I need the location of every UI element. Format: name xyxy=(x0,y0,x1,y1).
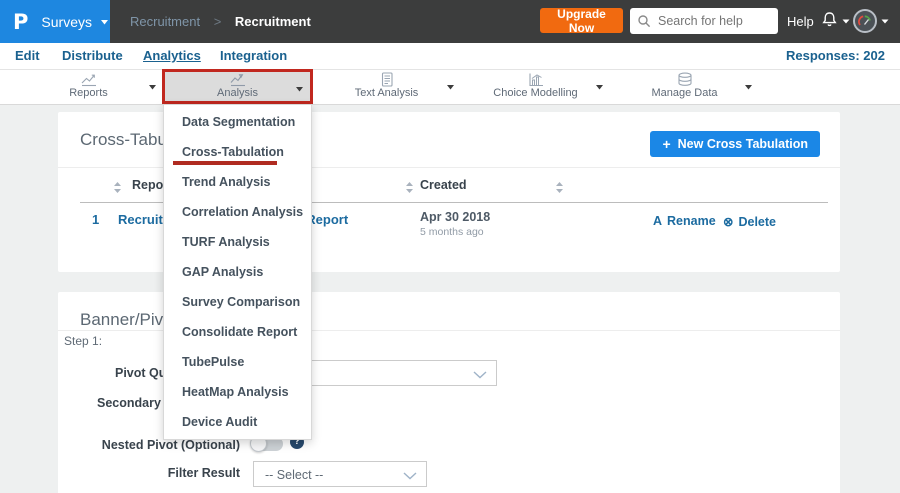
menu-item-trend-analysis[interactable]: Trend Analysis xyxy=(164,167,311,197)
menu-item-consolidate-report[interactable]: Consolidate Report xyxy=(164,317,311,347)
responses-count: Responses: 202 xyxy=(786,48,885,63)
row-index: 1 xyxy=(92,212,100,227)
toolbar-manage-data[interactable]: Manage Data xyxy=(610,70,759,103)
toolbar-label: Choice Modelling xyxy=(493,87,578,99)
toolbar-label: Manage Data xyxy=(651,87,718,99)
filter-result-value: -- Select -- xyxy=(265,468,324,482)
database-icon xyxy=(677,72,692,86)
menu-item-data-segmentation[interactable]: Data Segmentation xyxy=(164,107,311,137)
rename-label: Rename xyxy=(667,214,716,228)
breadcrumb-separator: > xyxy=(213,14,222,29)
new-button-label: New Cross Tabulation xyxy=(677,137,808,151)
filter-result-label: Filter Result xyxy=(167,466,240,480)
breadcrumb: Recruitment > Recruitment xyxy=(130,14,311,29)
toolbar-label: Reports xyxy=(69,87,108,99)
upgrade-now-button[interactable]: Upgrade Now xyxy=(540,7,623,35)
chevron-down-icon xyxy=(596,85,603,90)
product-name: Surveys xyxy=(41,13,92,30)
menu-item-device-audit[interactable]: Device Audit xyxy=(164,407,311,437)
analysis-chart-icon xyxy=(230,74,245,87)
menu-item-survey-comparison[interactable]: Survey Comparison xyxy=(164,287,311,317)
analysis-dropdown-menu: Data Segmentation Cross-Tabulation Trend… xyxy=(163,104,312,440)
sort-icon[interactable] xyxy=(113,181,122,194)
chevron-down-icon xyxy=(100,19,108,24)
help-link[interactable]: Help xyxy=(787,14,814,29)
tab-edit[interactable]: Edit xyxy=(15,48,40,63)
chevron-down-icon xyxy=(296,87,303,92)
rename-a-icon: A xyxy=(653,214,663,228)
analytics-toolbar: Reports Analysis Text Analysis Choice Mo… xyxy=(0,69,900,105)
plus-icon: + xyxy=(662,136,671,152)
rename-button[interactable]: A Rename xyxy=(653,214,716,228)
chevron-down-icon xyxy=(149,85,156,90)
toolbar-reports[interactable]: Reports xyxy=(14,70,163,103)
chevron-down-icon xyxy=(447,85,454,90)
menu-item-heatmap-analysis[interactable]: HeatMap Analysis xyxy=(164,377,311,407)
delete-button[interactable]: ⊗ Delete xyxy=(723,214,776,229)
tab-analytics[interactable]: Analytics xyxy=(143,48,201,63)
search-icon xyxy=(638,15,651,28)
created-date: Apr 30 2018 xyxy=(420,210,491,224)
nested-pivot-label: Nested Pivot (Optional) xyxy=(101,438,240,452)
line-chart-icon xyxy=(81,74,96,87)
chevron-down-icon xyxy=(842,19,850,24)
notifications-bell-icon[interactable] xyxy=(820,10,839,31)
search-input[interactable] xyxy=(656,9,776,33)
top-header: P Surveys Recruitment > Recruitment Upgr… xyxy=(0,0,900,43)
delete-circle-x-icon: ⊗ xyxy=(723,215,734,229)
app-window: P Surveys Recruitment > Recruitment Upgr… xyxy=(0,0,900,493)
gauge-icon xyxy=(858,15,871,26)
new-cross-tabulation-button[interactable]: + New Cross Tabulation xyxy=(650,131,820,157)
account-avatar[interactable] xyxy=(853,9,877,33)
chevron-down-icon xyxy=(745,85,752,90)
created-ago: 5 months ago xyxy=(420,226,484,238)
menu-item-tubepulse[interactable]: TubePulse xyxy=(164,347,311,377)
menu-item-turf-analysis[interactable]: TURF Analysis xyxy=(164,227,311,257)
menu-item-correlation-analysis[interactable]: Correlation Analysis xyxy=(164,197,311,227)
column-header-created: Created xyxy=(420,178,467,192)
surveys-product-switcher[interactable]: P Surveys xyxy=(0,0,110,43)
step-label: Step 1: xyxy=(64,334,103,348)
breadcrumb-parent[interactable]: Recruitment xyxy=(130,14,200,29)
help-search-box xyxy=(630,8,778,34)
annotation-underline xyxy=(173,161,277,165)
delete-label: Delete xyxy=(738,215,777,229)
chevron-down-icon xyxy=(473,371,487,379)
breadcrumb-current: Recruitment xyxy=(234,14,311,29)
chevron-down-icon xyxy=(881,19,889,24)
tab-distribute[interactable]: Distribute xyxy=(62,48,123,63)
bar-line-chart-icon xyxy=(528,73,543,87)
survey-nav: Edit Distribute Analytics Integration Re… xyxy=(0,43,900,70)
questionpro-logo-icon: P xyxy=(13,9,29,34)
toolbar-label: Analysis xyxy=(217,87,258,99)
toolbar-label: Text Analysis xyxy=(354,87,419,99)
sort-icon[interactable] xyxy=(555,181,564,194)
toolbar-choice-modelling[interactable]: Choice Modelling xyxy=(461,70,610,103)
filter-result-select[interactable]: -- Select -- xyxy=(253,461,427,487)
chevron-down-icon xyxy=(403,472,417,480)
sort-icon[interactable] xyxy=(405,181,414,194)
menu-item-gap-analysis[interactable]: GAP Analysis xyxy=(164,257,311,287)
toolbar-analysis[interactable]: Analysis xyxy=(162,69,313,104)
tab-integration[interactable]: Integration xyxy=(220,48,287,63)
toolbar-text-analysis[interactable]: Text Analysis xyxy=(312,70,461,103)
document-icon xyxy=(381,72,393,87)
